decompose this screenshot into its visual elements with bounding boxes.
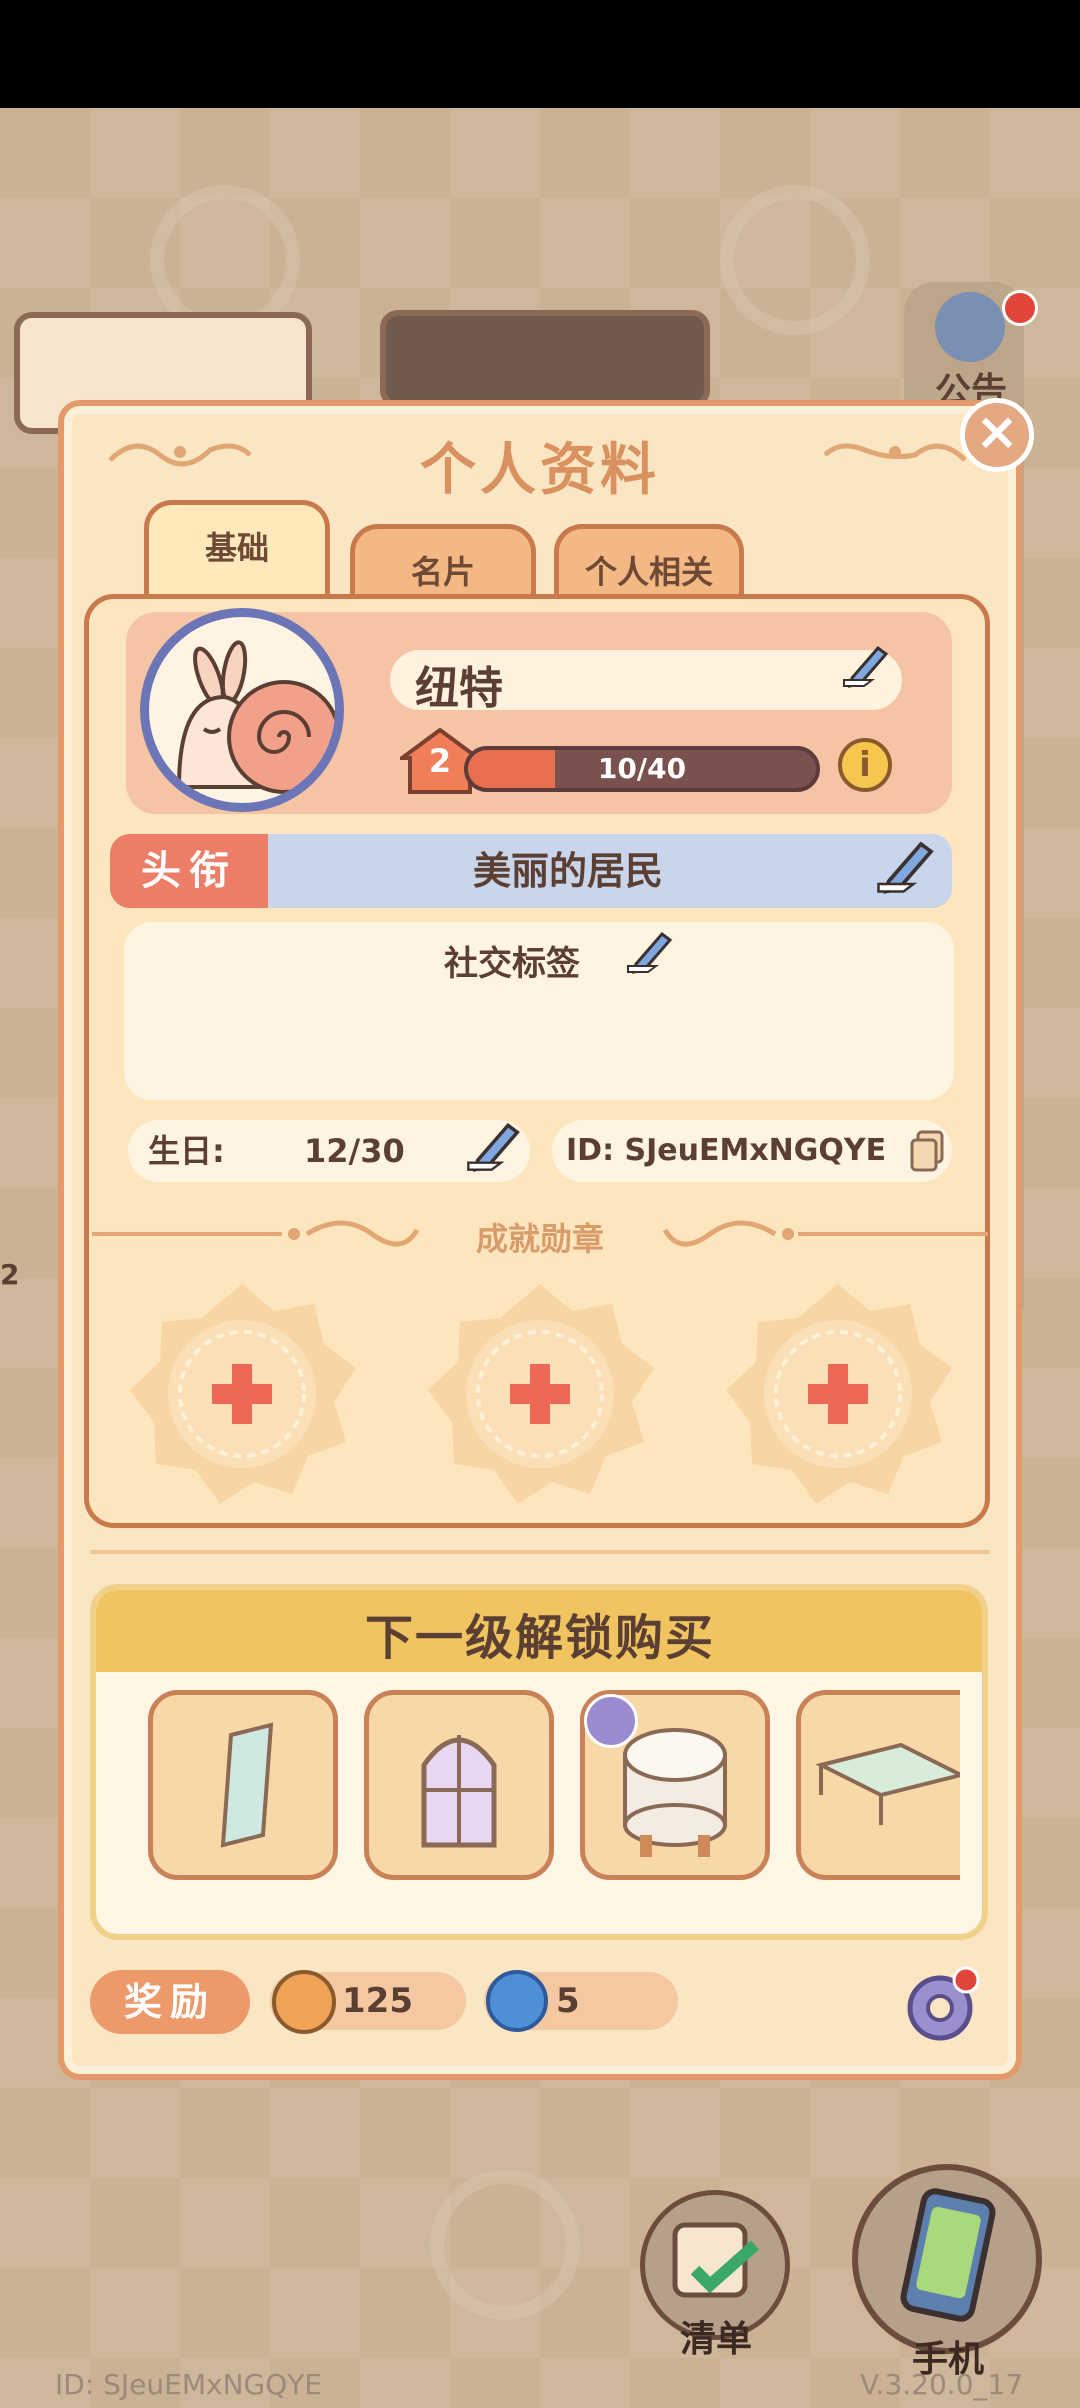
snail-avatar-icon (176, 640, 335, 794)
achievement-slot-1[interactable] (124, 1276, 360, 1512)
catalog-badge-icon (584, 1694, 638, 1748)
glass-table-icon (815, 1742, 960, 1825)
add-badge-icon (130, 1284, 356, 1504)
section-separator (90, 1550, 990, 1554)
title-value: 美丽的居民 (472, 849, 663, 893)
copy-id-button[interactable] (910, 1130, 946, 1172)
tab-label: 名片 (410, 553, 475, 591)
pencil-icon (843, 645, 889, 688)
social-tags-label: 社交标签 (444, 944, 580, 984)
title-label: 头衔 (110, 834, 268, 908)
tab-label: 个人相关 (584, 553, 713, 591)
avatar[interactable] (140, 608, 344, 812)
coin-icon (272, 1970, 336, 2034)
weather-card-icon[interactable] (380, 310, 710, 408)
settings-button[interactable] (896, 1964, 984, 2052)
mirror-icon (220, 1722, 274, 1848)
player-name: 纽特 (415, 663, 503, 714)
phone-icon (900, 2188, 996, 2322)
xp-bar: 10/40 (464, 746, 820, 792)
pencil-icon (467, 1122, 520, 1172)
panel-title: 个人资料 (420, 438, 660, 503)
tab-personal[interactable]: 个人相关 (554, 524, 744, 604)
edit-title-button[interactable] (876, 834, 936, 894)
birthday-value: 12/30 (304, 1132, 405, 1170)
coin-amount: 125 (342, 1981, 413, 2021)
edit-name-button[interactable] (842, 640, 890, 688)
shop-item-table[interactable] (796, 1690, 960, 1880)
add-badge-icon (428, 1284, 654, 1504)
pencil-icon (627, 931, 673, 974)
shop-title: 下一级解锁购买 (364, 1610, 715, 1666)
player-id-text: ID: SJeuEMxNGQYE (566, 1133, 887, 1168)
shop-item-mirror[interactable] (148, 1690, 338, 1880)
notification-dot-icon (1002, 290, 1038, 326)
sun-decoration (720, 185, 870, 335)
checklist-label: 清单 (680, 2319, 753, 2360)
info-icon: i (859, 745, 871, 785)
add-badge-icon (726, 1284, 952, 1504)
announcement-icon[interactable] (935, 292, 1005, 362)
edit-tags-button[interactable] (626, 926, 674, 974)
version-label: V.3.20.0_17 (860, 2368, 1024, 2401)
achievements-label: 成就勋章 (475, 1220, 604, 1258)
tab-label: 基础 (204, 529, 269, 567)
spiral-icon (486, 1970, 548, 2032)
copy-icon (910, 1130, 944, 1172)
status-bar (0, 0, 1080, 108)
spiral-amount: 5 (556, 1981, 580, 2021)
player-id: ID: SJeuEMxNGQYE (55, 2368, 323, 2401)
achievement-slot-3[interactable] (720, 1276, 956, 1512)
sun-decoration (430, 2170, 580, 2320)
birthday-label: 生日: (148, 1132, 225, 1170)
xp-text: 10/40 (597, 752, 687, 785)
edit-birthday-button[interactable] (466, 1116, 522, 1172)
arched-window-icon (421, 1735, 497, 1848)
close-button[interactable]: × (960, 398, 1034, 472)
achievement-slot-2[interactable] (422, 1276, 658, 1512)
rewards-label: 奖励 (90, 1970, 250, 2034)
gear-icon (907, 1966, 980, 2041)
partial-number: 2 (0, 1258, 20, 1291)
tab-basic[interactable]: 基础 (144, 500, 330, 596)
pencil-icon (877, 841, 934, 894)
tab-card[interactable]: 名片 (350, 524, 536, 604)
phone-button[interactable] (852, 2164, 1042, 2354)
close-icon: × (975, 402, 1019, 462)
shop-item-window[interactable] (364, 1690, 554, 1880)
info-button[interactable]: i (838, 738, 892, 792)
